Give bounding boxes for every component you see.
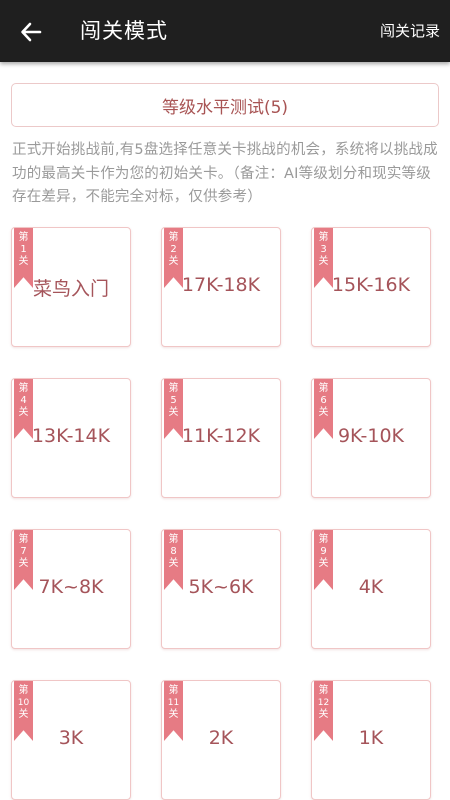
level-card[interactable]: 第 11 关 2K [161, 680, 281, 800]
level-card[interactable]: 第 8 关 5K~6K [161, 529, 281, 649]
ribbon-prefix: 第 [168, 685, 179, 696]
ribbon-number: 3 [320, 244, 327, 255]
level-label: 9K-10K [337, 425, 405, 447]
level-label: 17K-18K [181, 274, 261, 296]
ribbon-suffix: 关 [168, 407, 179, 418]
ribbon-suffix: 关 [168, 558, 179, 569]
ribbon-prefix: 第 [18, 534, 29, 545]
level-label: 3K [58, 727, 84, 749]
ribbon-suffix: 关 [18, 256, 29, 267]
ribbon-number: 10 [17, 698, 30, 708]
level-card[interactable]: 第 10 关 3K [11, 680, 131, 800]
level-grid: 第 1 关菜鸟入门第 2 关 17K-18K 第 3 关 15K-16K 第 4 关 13K-14K 第 5 关… [0, 0, 450, 800]
level-card[interactable]: 第 4 关 13K-14K [11, 378, 131, 498]
ribbon-prefix: 第 [168, 383, 179, 394]
ribbon-suffix: 关 [18, 558, 29, 569]
ribbon-prefix: 第 [168, 534, 179, 545]
level-label: 5K~6K [188, 576, 254, 598]
ribbon-number: 7 [20, 546, 27, 557]
level-label: 菜鸟入门 [32, 278, 109, 300]
ribbon-suffix: 关 [318, 256, 329, 267]
level-card[interactable]: 第 5 关 11K-12K [161, 378, 281, 498]
level-label: 7K~8K [38, 576, 104, 598]
ribbon-suffix: 关 [318, 558, 329, 569]
level-label: 11K-12K [181, 425, 261, 447]
ribbon-number: 8 [170, 546, 177, 557]
level-label: 2K [208, 727, 234, 749]
ribbon-prefix: 第 [18, 383, 29, 394]
level-card[interactable]: 第 12 关 1K [311, 680, 431, 800]
level-card[interactable]: 第 9 关 4K [311, 529, 431, 649]
ribbon-suffix: 关 [168, 256, 179, 267]
level-label: 15K-16K [331, 274, 411, 296]
ribbon-suffix: 关 [18, 407, 29, 418]
level-card[interactable]: 第 6 关 9K-10K [311, 378, 431, 498]
ribbon-suffix: 关 [318, 709, 329, 720]
ribbon-prefix: 第 [318, 383, 329, 394]
ribbon-number: 6 [320, 395, 327, 406]
ribbon-number: 2 [170, 244, 177, 255]
ribbon-suffix: 关 [318, 407, 329, 418]
ribbon-number: 12 [317, 698, 330, 708]
ribbon-suffix: 关 [18, 709, 29, 720]
level-label: 4K [358, 576, 384, 598]
ribbon-prefix: 第 [318, 685, 329, 696]
ribbon-number: 4 [20, 395, 27, 406]
level-label: 13K-14K [31, 425, 111, 447]
ribbon-number: 1 [20, 244, 27, 255]
ribbon-number: 5 [170, 395, 177, 406]
ribbon-prefix: 第 [18, 685, 29, 696]
level-card[interactable]: 第 2 关 17K-18K [161, 227, 281, 347]
ribbon-number: 9 [320, 546, 327, 557]
level-card[interactable]: 第 1 关菜鸟入门 [11, 227, 131, 347]
ribbon-number: 11 [167, 698, 180, 708]
ribbon-prefix: 第 [168, 232, 179, 243]
ribbon-prefix: 第 [318, 232, 329, 243]
ribbon-prefix: 第 [318, 534, 329, 545]
level-label: 1K [358, 727, 384, 749]
ribbon-suffix: 关 [168, 709, 179, 720]
level-card[interactable]: 第 7 关 7K~8K [11, 529, 131, 649]
ribbon-prefix: 第 [18, 232, 29, 243]
level-card[interactable]: 第 3 关 15K-16K [311, 227, 431, 347]
